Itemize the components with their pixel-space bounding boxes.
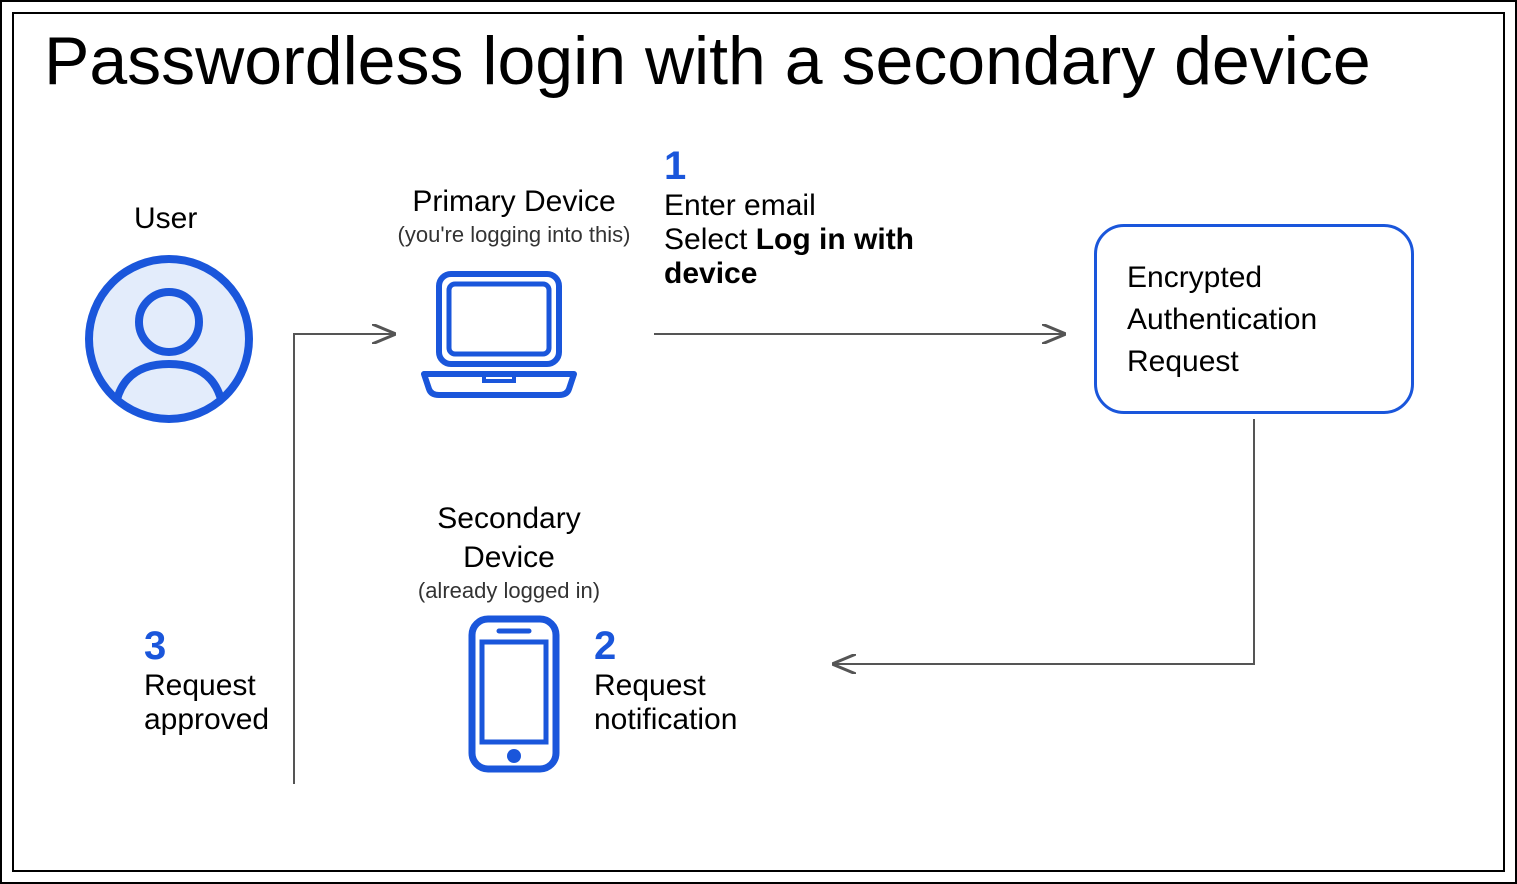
arrows-layer — [14, 14, 1504, 874]
diagram-inner-frame: Passwordless login with a secondary devi… — [12, 12, 1505, 872]
arrow-approved-to-primary — [294, 334, 394, 784]
diagram-outer-frame: Passwordless login with a secondary devi… — [0, 0, 1517, 884]
arrow-request-to-secondary — [834, 419, 1254, 664]
